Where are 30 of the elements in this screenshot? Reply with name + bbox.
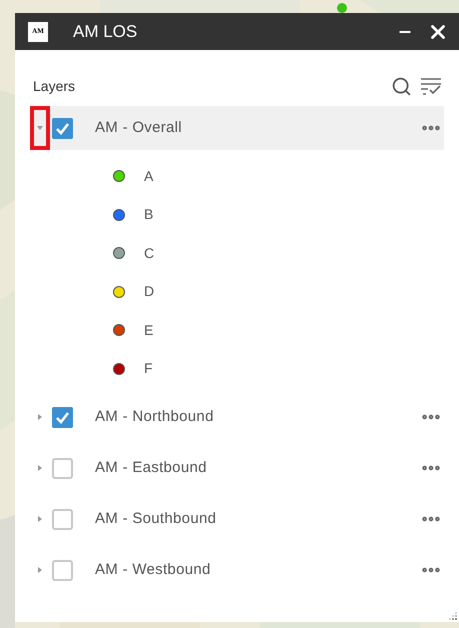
caret-icon[interactable] [36, 566, 44, 574]
legend-label: C [144, 244, 154, 263]
resize-grip-icon[interactable] [449, 612, 457, 620]
search-icon[interactable] [391, 76, 412, 96]
layer-row[interactable]: AM - Overall [30, 106, 444, 150]
legend-label: F [144, 359, 153, 378]
layer-name: AM - Eastbound [95, 458, 207, 478]
legend-label: E [144, 320, 154, 340]
layer-name: AM - Northbound [95, 406, 214, 427]
layer-row[interactable]: AM - Northbound [30, 395, 444, 439]
filter-list-icon[interactable] [419, 75, 443, 97]
checkbox[interactable] [52, 458, 73, 478]
layer-name: AM - Southbound [95, 508, 216, 529]
layer-row[interactable]: AM - Southbound [30, 497, 444, 541]
checkbox[interactable] [52, 406, 73, 428]
legend-label: D [144, 282, 154, 302]
layer-name: AM - Overall [95, 118, 182, 138]
caret-icon[interactable] [36, 464, 44, 472]
legend-label: A [144, 166, 154, 186]
checkbox[interactable] [52, 118, 73, 138]
panel-label: Layers [33, 76, 76, 96]
layer-row[interactable]: AM - Westbound [30, 548, 444, 592]
layer-row[interactable]: AM - Eastbound [30, 446, 444, 490]
layer-name: AM - Westbound [95, 560, 211, 580]
caret-icon[interactable] [36, 515, 44, 523]
caret-icon[interactable] [36, 413, 44, 421]
legend-label: B [144, 205, 154, 224]
checkbox[interactable] [52, 560, 73, 580]
checkbox[interactable] [52, 508, 73, 530]
window-title: AM LOS [73, 20, 138, 43]
